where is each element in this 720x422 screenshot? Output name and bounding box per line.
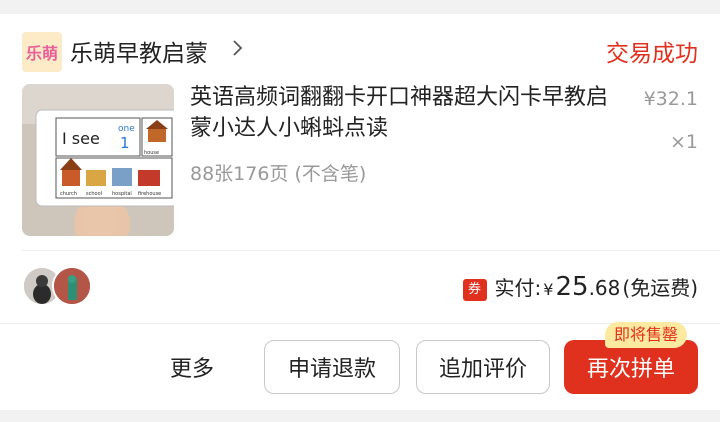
product-spec: 88张176页 (不含笔) (190, 163, 367, 185)
shop-logo[interactable]: 乐萌 (22, 32, 62, 72)
product-thumbnail[interactable]: I see one 1 house church school hospital… (22, 84, 174, 236)
product-quantity: ×1 (669, 131, 698, 153)
thumb-label-church: church (60, 191, 77, 197)
avatar[interactable] (52, 266, 92, 306)
paid-amount-decimal: .68 (588, 276, 621, 300)
product-title[interactable]: 英语高频词翻翻卡开口神器超大闪卡早教启蒙小达人小蝌蚪点读 (190, 82, 610, 144)
thumb-word: one (118, 124, 135, 134)
currency-symbol: ¥ (543, 280, 554, 299)
divider (22, 250, 720, 251)
paid-amount-integer: 25 (555, 272, 589, 302)
shipping-note: (免运费) (622, 276, 698, 300)
product-price: ¥32.1 (643, 88, 698, 110)
payment-summary: 券 实付: ¥ 25 .68 (免运费) (462, 272, 698, 303)
flashcard-image: I see one 1 house church school hospital… (22, 84, 174, 236)
refund-button[interactable]: 申请退款 (264, 340, 400, 394)
selling-out-badge: 即将售罄 (605, 322, 688, 348)
thumb-label-hospital: hospital (112, 191, 132, 197)
thumb-label-school: school (86, 191, 102, 197)
add-review-button[interactable]: 追加评价 (416, 340, 550, 394)
shop-name[interactable]: 乐萌早教启蒙 (70, 34, 208, 68)
more-button[interactable]: 更多 (152, 340, 232, 394)
thumb-number: 1 (120, 134, 130, 152)
chevron-right-icon[interactable] (232, 38, 244, 58)
rebuy-button[interactable]: 再次拼单 (564, 340, 698, 394)
thumb-house: house (144, 150, 159, 156)
order-status: 交易成功 (606, 41, 698, 67)
coupon-icon: 券 (462, 279, 487, 301)
thumb-label-firehouse: firehouse (138, 191, 161, 197)
order-card: 乐萌 乐萌早教启蒙 交易成功 I see one 1 house church … (0, 14, 720, 410)
thumb-main-text: I see (62, 129, 100, 148)
paid-label: 实付: (494, 276, 542, 300)
